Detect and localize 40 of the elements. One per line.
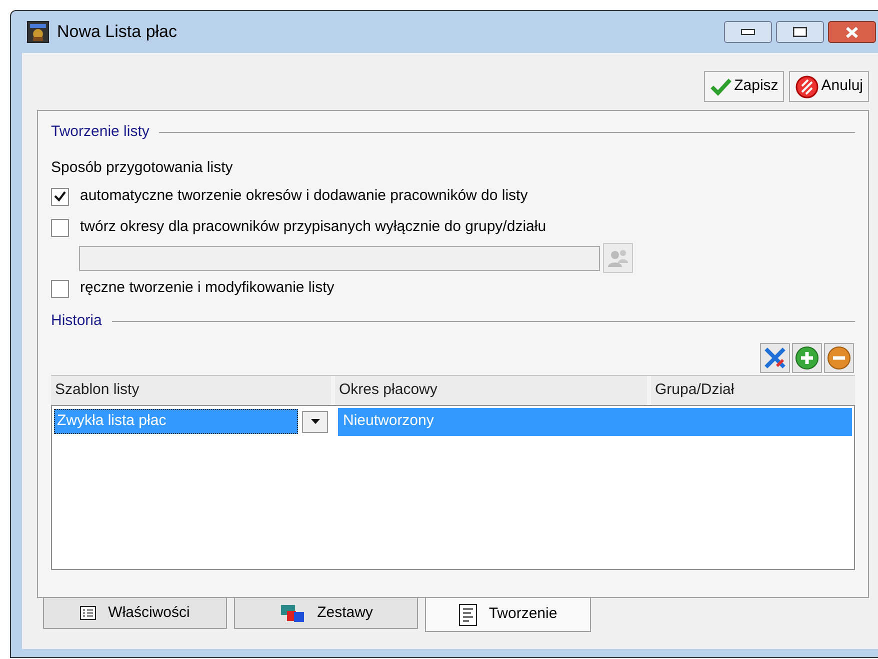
table-cell: Nieutworzony — [338, 408, 852, 436]
checkmark-icon — [710, 78, 732, 96]
checkbox[interactable] — [51, 188, 69, 206]
section-title: Tworzenie listy — [51, 122, 150, 142]
checkbox-label: twórz okresy dla pracowników przypisanych wyłącznie do grupy/działu — [80, 217, 546, 238]
window-title: Nowa Lista płac — [57, 21, 178, 44]
app-icon — [27, 21, 49, 43]
column-header: Grupa/Dział — [651, 376, 855, 404]
add-button[interactable] — [792, 342, 822, 372]
section-subtitle: Sposób przygotowania listy — [51, 158, 234, 178]
minimize-button[interactable] — [724, 21, 772, 43]
tab[interactable]: Właściwości — [43, 598, 227, 629]
minimize-icon — [741, 29, 755, 35]
cancel-button[interactable]: Anuluj — [789, 71, 869, 102]
column-header: Okres płacowy — [335, 376, 647, 404]
maximize-button[interactable] — [776, 21, 824, 43]
checkbox-label: automatyczne tworzenie okresów i dodawanie pracowników do listy — [80, 186, 528, 206]
checkbox[interactable] — [51, 218, 69, 236]
people-icon — [607, 249, 629, 267]
checkbox[interactable] — [51, 280, 69, 298]
maximize-icon — [793, 27, 807, 37]
section-title: Historia — [51, 311, 102, 331]
dropdown-button[interactable] — [302, 410, 328, 432]
minus-icon — [827, 346, 851, 370]
list-icon — [80, 606, 96, 620]
remove-button[interactable] — [824, 342, 854, 372]
column-header: Szablon listy — [51, 376, 331, 404]
checkbox-label: ręczne tworzenie i modyfikowanie listy — [80, 278, 334, 298]
tools-button[interactable] — [760, 342, 790, 372]
boxes-icon — [279, 603, 306, 623]
document-icon — [458, 604, 477, 626]
checkmark-icon — [54, 191, 66, 202]
cancel-icon — [795, 74, 820, 98]
caret-icon — [310, 419, 320, 424]
tab[interactable]: Zestawy — [234, 598, 418, 629]
tab[interactable]: Tworzenie — [425, 598, 591, 632]
close-icon — [845, 26, 859, 38]
plus-icon — [795, 346, 819, 370]
save-button[interactable]: Zapisz — [704, 71, 784, 102]
close-button[interactable] — [828, 21, 876, 43]
